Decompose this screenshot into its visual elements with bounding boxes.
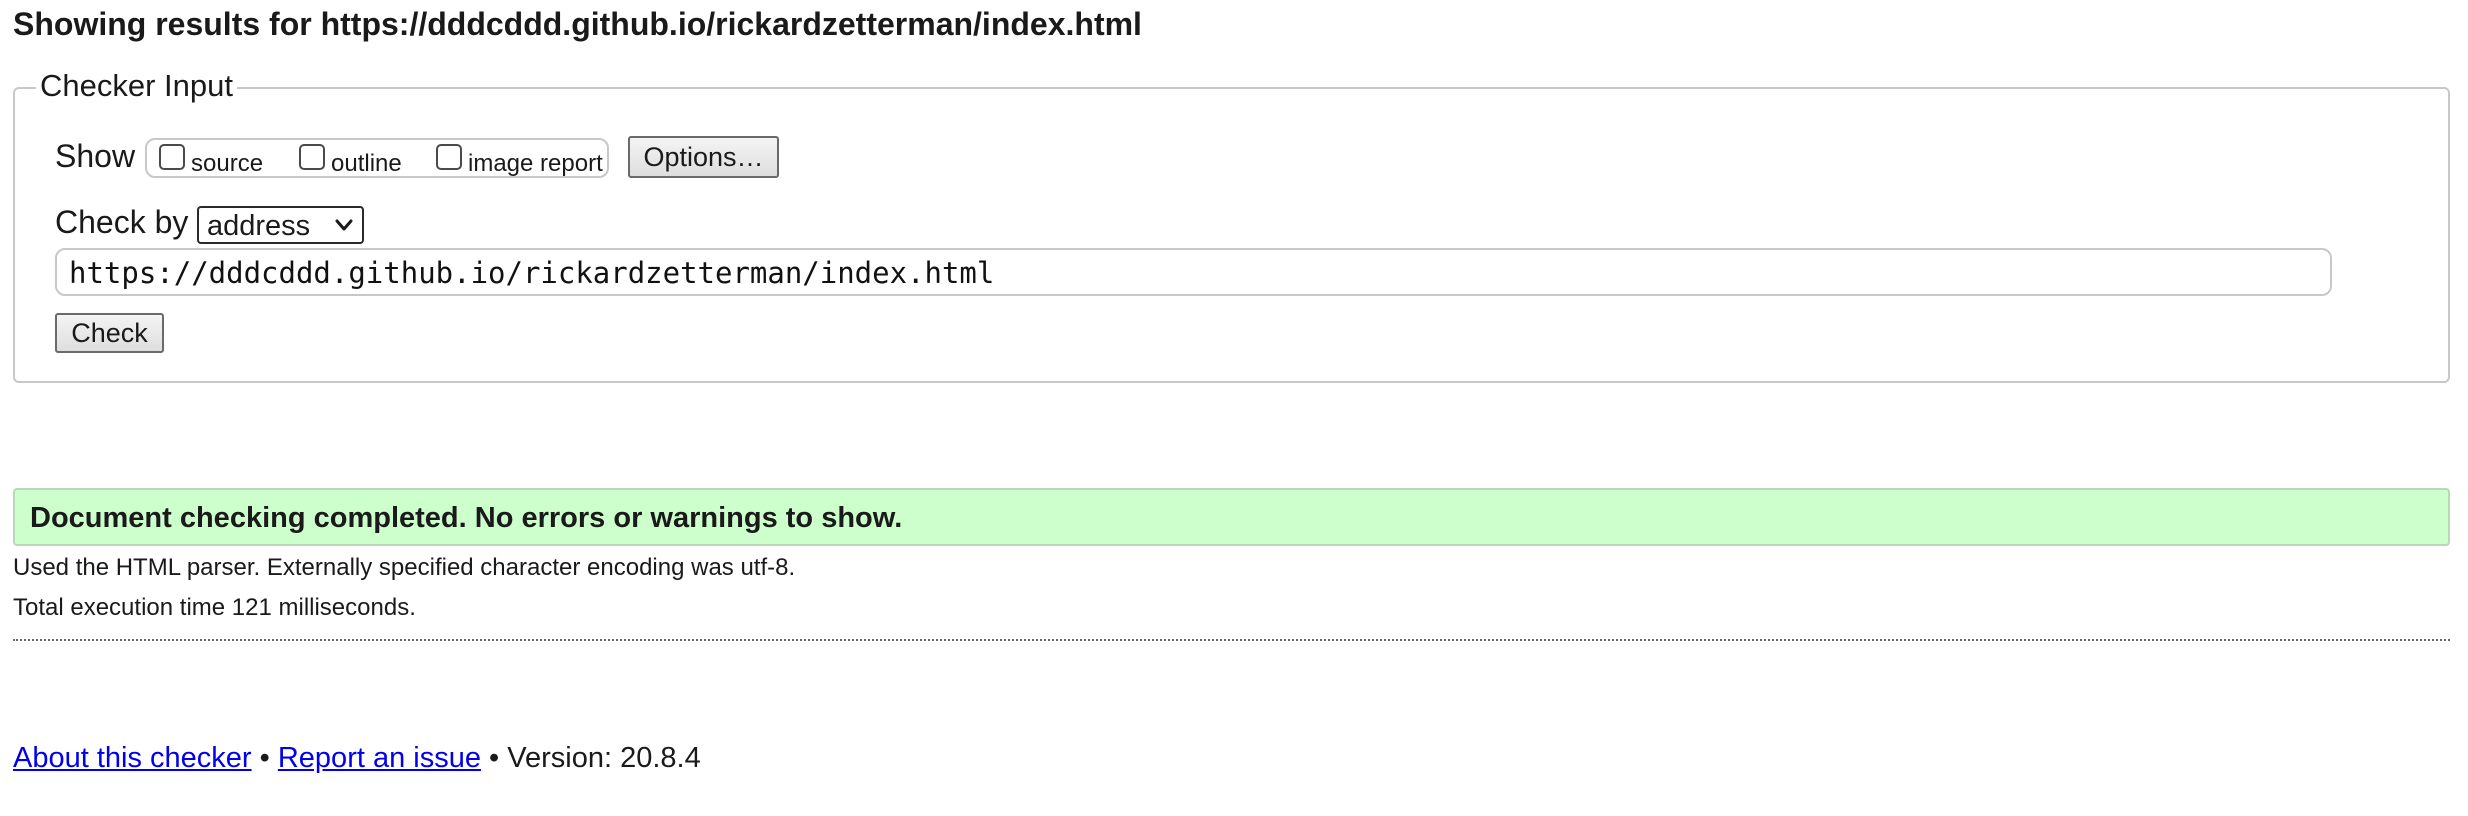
- check-button[interactable]: Check: [55, 313, 164, 353]
- image-report-checkbox[interactable]: [436, 144, 462, 170]
- chevron-down-icon[interactable]: [334, 213, 354, 237]
- version-text: Version: 20.8.4: [507, 742, 701, 774]
- footer-separator: •: [489, 742, 500, 774]
- success-message-box: Document checking completed. No errors o…: [13, 488, 2450, 546]
- checker-input-fieldset: [13, 87, 2450, 383]
- checker-input-legend: Checker Input: [36, 64, 237, 108]
- source-option-label[interactable]: source: [191, 150, 263, 178]
- parser-info-text: Used the HTML parser. Externally specifi…: [13, 554, 796, 581]
- page-title: Showing results for https://dddcddd.gith…: [13, 6, 1142, 42]
- results-divider: [13, 639, 2450, 641]
- check-by-label: Check by: [55, 204, 189, 240]
- footer-separator: •: [259, 742, 270, 774]
- source-checkbox[interactable]: [159, 144, 185, 170]
- outline-checkbox[interactable]: [299, 144, 325, 170]
- show-label: Show: [55, 138, 136, 174]
- footer: About this checker • Report an issue • V…: [13, 736, 701, 780]
- address-input-value[interactable]: https://dddcddd.github.io/rickardzetterm…: [69, 256, 994, 290]
- image-report-option-label[interactable]: image report: [468, 150, 603, 178]
- check-by-selected-value[interactable]: address: [207, 209, 310, 243]
- options-button[interactable]: Options…: [628, 136, 779, 178]
- address-input[interactable]: https://dddcddd.github.io/rickardzetterm…: [55, 248, 2332, 296]
- report-issue-link[interactable]: Report an issue: [278, 742, 481, 774]
- execution-time-text: Total execution time 121 milliseconds.: [13, 594, 416, 621]
- about-checker-link[interactable]: About this checker: [13, 742, 252, 774]
- outline-option-label[interactable]: outline: [331, 150, 402, 178]
- success-message: Document checking completed. No errors o…: [30, 502, 903, 534]
- check-by-select[interactable]: address: [197, 206, 364, 244]
- show-options-group: source outline image report: [145, 138, 609, 178]
